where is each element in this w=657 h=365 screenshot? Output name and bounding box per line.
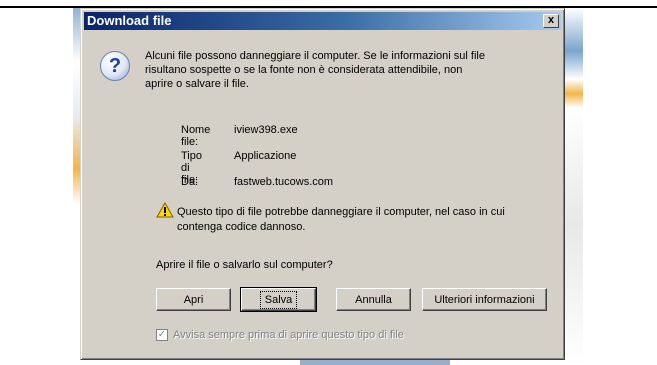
title-bar[interactable]: Download file x <box>84 12 561 30</box>
warning-icon <box>156 202 174 218</box>
save-button-label: Salva <box>259 290 298 309</box>
warning-message: Alcuni file possono danneggiare il compu… <box>145 50 485 90</box>
more-info-button[interactable]: Ulteriori informazioni <box>422 288 547 311</box>
dialog-title: Download file <box>87 13 172 28</box>
file-source-value: fastweb.tucows.com <box>234 176 334 188</box>
cancel-button-label: Annulla <box>355 293 392 306</box>
close-button[interactable]: x <box>543 14 559 28</box>
question-icon: ? <box>100 51 130 81</box>
always-ask-label: Avvisa sempre prima di aprire questo tip… <box>173 329 404 341</box>
background-window-right <box>565 8 583 365</box>
security-warning-text: Questo tipo di file potrebbe danneggiare… <box>177 206 505 233</box>
always-ask-checkbox[interactable]: ✓ <box>156 329 168 341</box>
close-icon: x <box>547 14 555 26</box>
open-button-label: Apri <box>183 293 204 306</box>
save-button[interactable]: Salva <box>240 287 317 312</box>
file-name-value: iview398.exe <box>234 124 298 136</box>
file-type-value: Applicazione <box>234 150 297 162</box>
file-name-label: Nome file: <box>181 124 211 148</box>
open-or-save-question: Aprire il file o salvarlo sul computer? <box>156 259 333 271</box>
cancel-button[interactable]: Annulla <box>336 288 411 311</box>
download-file-dialog: Download file x ? Alcuni file possono da… <box>80 8 565 360</box>
more-info-button-label: Ulteriori informazioni <box>434 293 535 306</box>
file-source-label: Da: <box>181 176 199 188</box>
open-button[interactable]: Apri <box>156 288 231 311</box>
